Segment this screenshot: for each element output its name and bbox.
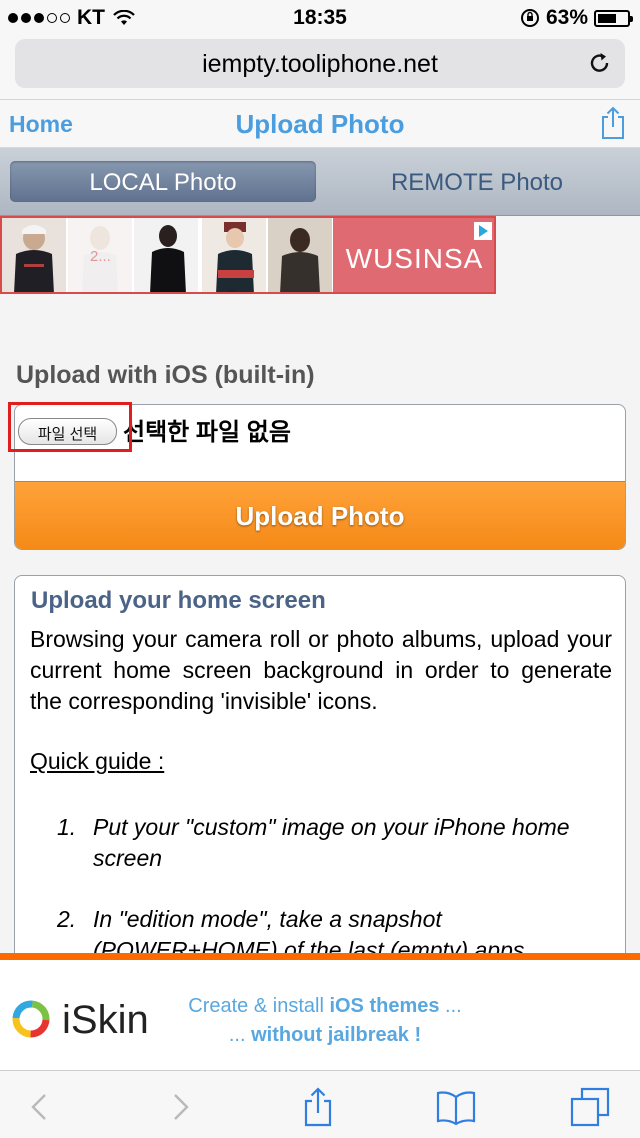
browser-toolbar <box>0 1070 640 1138</box>
tagline-bold: iOS themes <box>329 995 440 1017</box>
step-number: 2. <box>57 906 77 932</box>
highlight-box <box>8 402 132 452</box>
tab-remote-photo[interactable]: REMOTE Photo <box>324 161 630 202</box>
info-title: Upload your home screen <box>31 587 326 614</box>
ad-brand-panel[interactable]: WUSINSA <box>333 218 494 292</box>
ad-banner[interactable]: 2... ••• WUSINSA <box>0 216 496 294</box>
ad-more-dots[interactable]: ••• <box>228 286 236 292</box>
browser-address-area: iempty.tooliphone.net <box>0 34 640 100</box>
tab-local-photo[interactable]: LOCAL Photo <box>10 161 316 202</box>
ad-thumbnail-5[interactable] <box>268 218 332 294</box>
ad-thumbnail-1[interactable] <box>2 218 66 294</box>
battery-icon <box>594 9 633 27</box>
upload-photo-button[interactable]: Upload Photo <box>15 481 625 549</box>
tagline-text: ... <box>439 995 462 1017</box>
tagline-text: ... <box>228 1024 252 1046</box>
banner-tagline-1: Create & install iOS themes ... <box>160 995 490 1018</box>
share-icon[interactable] <box>600 106 626 140</box>
banner-tagline-2: ... without jailbreak ! <box>160 1024 490 1047</box>
info-panel: Upload your home screen Browsing your ca… <box>14 575 626 975</box>
status-bar: KT 18:35 63% <box>0 0 640 34</box>
quick-guide-heading: Quick guide : <box>30 748 165 774</box>
info-body: Browsing your camera roll or photo album… <box>30 626 612 714</box>
address-bar[interactable]: iempty.tooliphone.net <box>15 39 625 88</box>
orientation-lock-icon <box>520 9 539 27</box>
forward-icon[interactable] <box>160 1087 200 1127</box>
tagline-text: Create & install <box>188 995 330 1017</box>
tagline-bold: without jailbreak ! <box>251 1024 422 1046</box>
ad-thumbnail-3[interactable] <box>134 218 198 294</box>
ad-brand-name: WUSINSA <box>345 243 484 274</box>
tabs-icon[interactable] <box>570 1087 610 1127</box>
reload-icon[interactable] <box>587 50 613 76</box>
battery-percent: 63% <box>545 6 588 29</box>
section-title: Upload with iOS (built-in) <box>16 361 315 389</box>
ad-thumbnail-4[interactable] <box>202 218 266 294</box>
file-status: 선택한 파일 없음 <box>123 419 291 446</box>
photo-source-tabs: LOCAL Photo REMOTE Photo <box>0 148 640 216</box>
adchoices-icon[interactable] <box>474 222 492 240</box>
ad-thumb-label: 2... <box>90 248 111 265</box>
step-text: Put your "custom" image on your iPhone h… <box>93 814 570 871</box>
iskin-name: iSkin <box>62 998 149 1042</box>
battery-level <box>598 13 616 23</box>
step-number: 1. <box>57 814 77 840</box>
page-title: Upload Photo <box>235 109 405 139</box>
bookmarks-icon[interactable] <box>436 1087 476 1127</box>
iskin-logo-icon <box>12 1000 50 1038</box>
app-navbar: Home Upload Photo <box>0 100 640 148</box>
share-icon[interactable] <box>298 1087 338 1127</box>
back-icon[interactable] <box>20 1087 60 1127</box>
iskin-banner[interactable]: iSkin Create & install iOS themes ... ..… <box>0 953 640 1070</box>
url-text[interactable]: iempty.tooliphone.net <box>15 50 625 79</box>
status-right: 63% <box>520 6 633 30</box>
